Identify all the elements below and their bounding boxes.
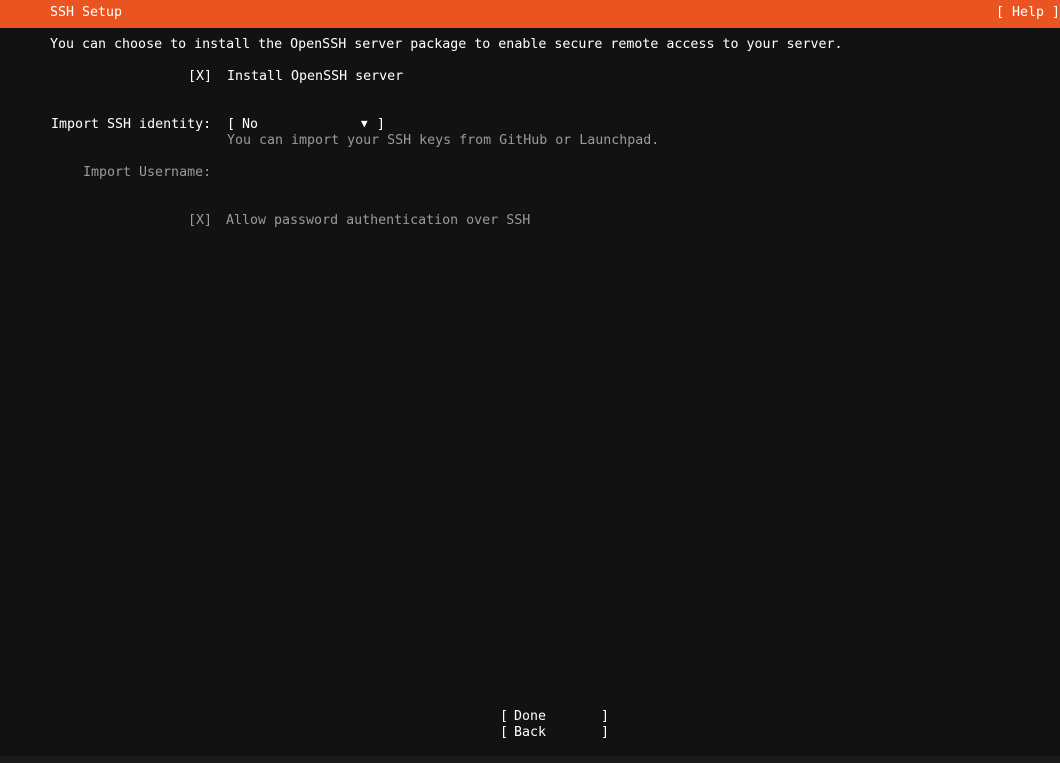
back-label: Back (514, 725, 547, 740)
allow-password-label: Allow password authentication over SSH (226, 213, 531, 228)
intro-text: You can choose to install the OpenSSH se… (50, 37, 843, 52)
install-openssh-checkbox[interactable]: [X] (188, 69, 212, 85)
title-bar (0, 0, 1060, 28)
import-ssh-identity-label: Import SSH identity: (51, 117, 212, 132)
done-label: Done (514, 709, 547, 724)
back-open-bracket: [ (500, 725, 509, 740)
done-open-bracket: [ (500, 709, 509, 724)
page-title: SSH Setup (50, 5, 123, 20)
chevron-down-icon: ▼ (361, 117, 368, 130)
done-close-bracket: ] (601, 709, 610, 724)
bottom-strip (0, 756, 1060, 763)
import-username-label: Import Username: (83, 165, 212, 180)
help-button[interactable]: [ Help ] (996, 5, 1060, 21)
allow-password-checkbox: [X] (188, 213, 213, 228)
select-close-bracket: ] (377, 117, 386, 132)
import-ssh-help-text: You can import your SSH keys from GitHub… (227, 133, 660, 148)
import-username-field (227, 163, 527, 183)
select-value: No (242, 117, 259, 132)
install-openssh-label: Install OpenSSH server (227, 69, 404, 84)
select-open-bracket: [ (227, 117, 236, 132)
back-close-bracket: ] (601, 725, 610, 740)
